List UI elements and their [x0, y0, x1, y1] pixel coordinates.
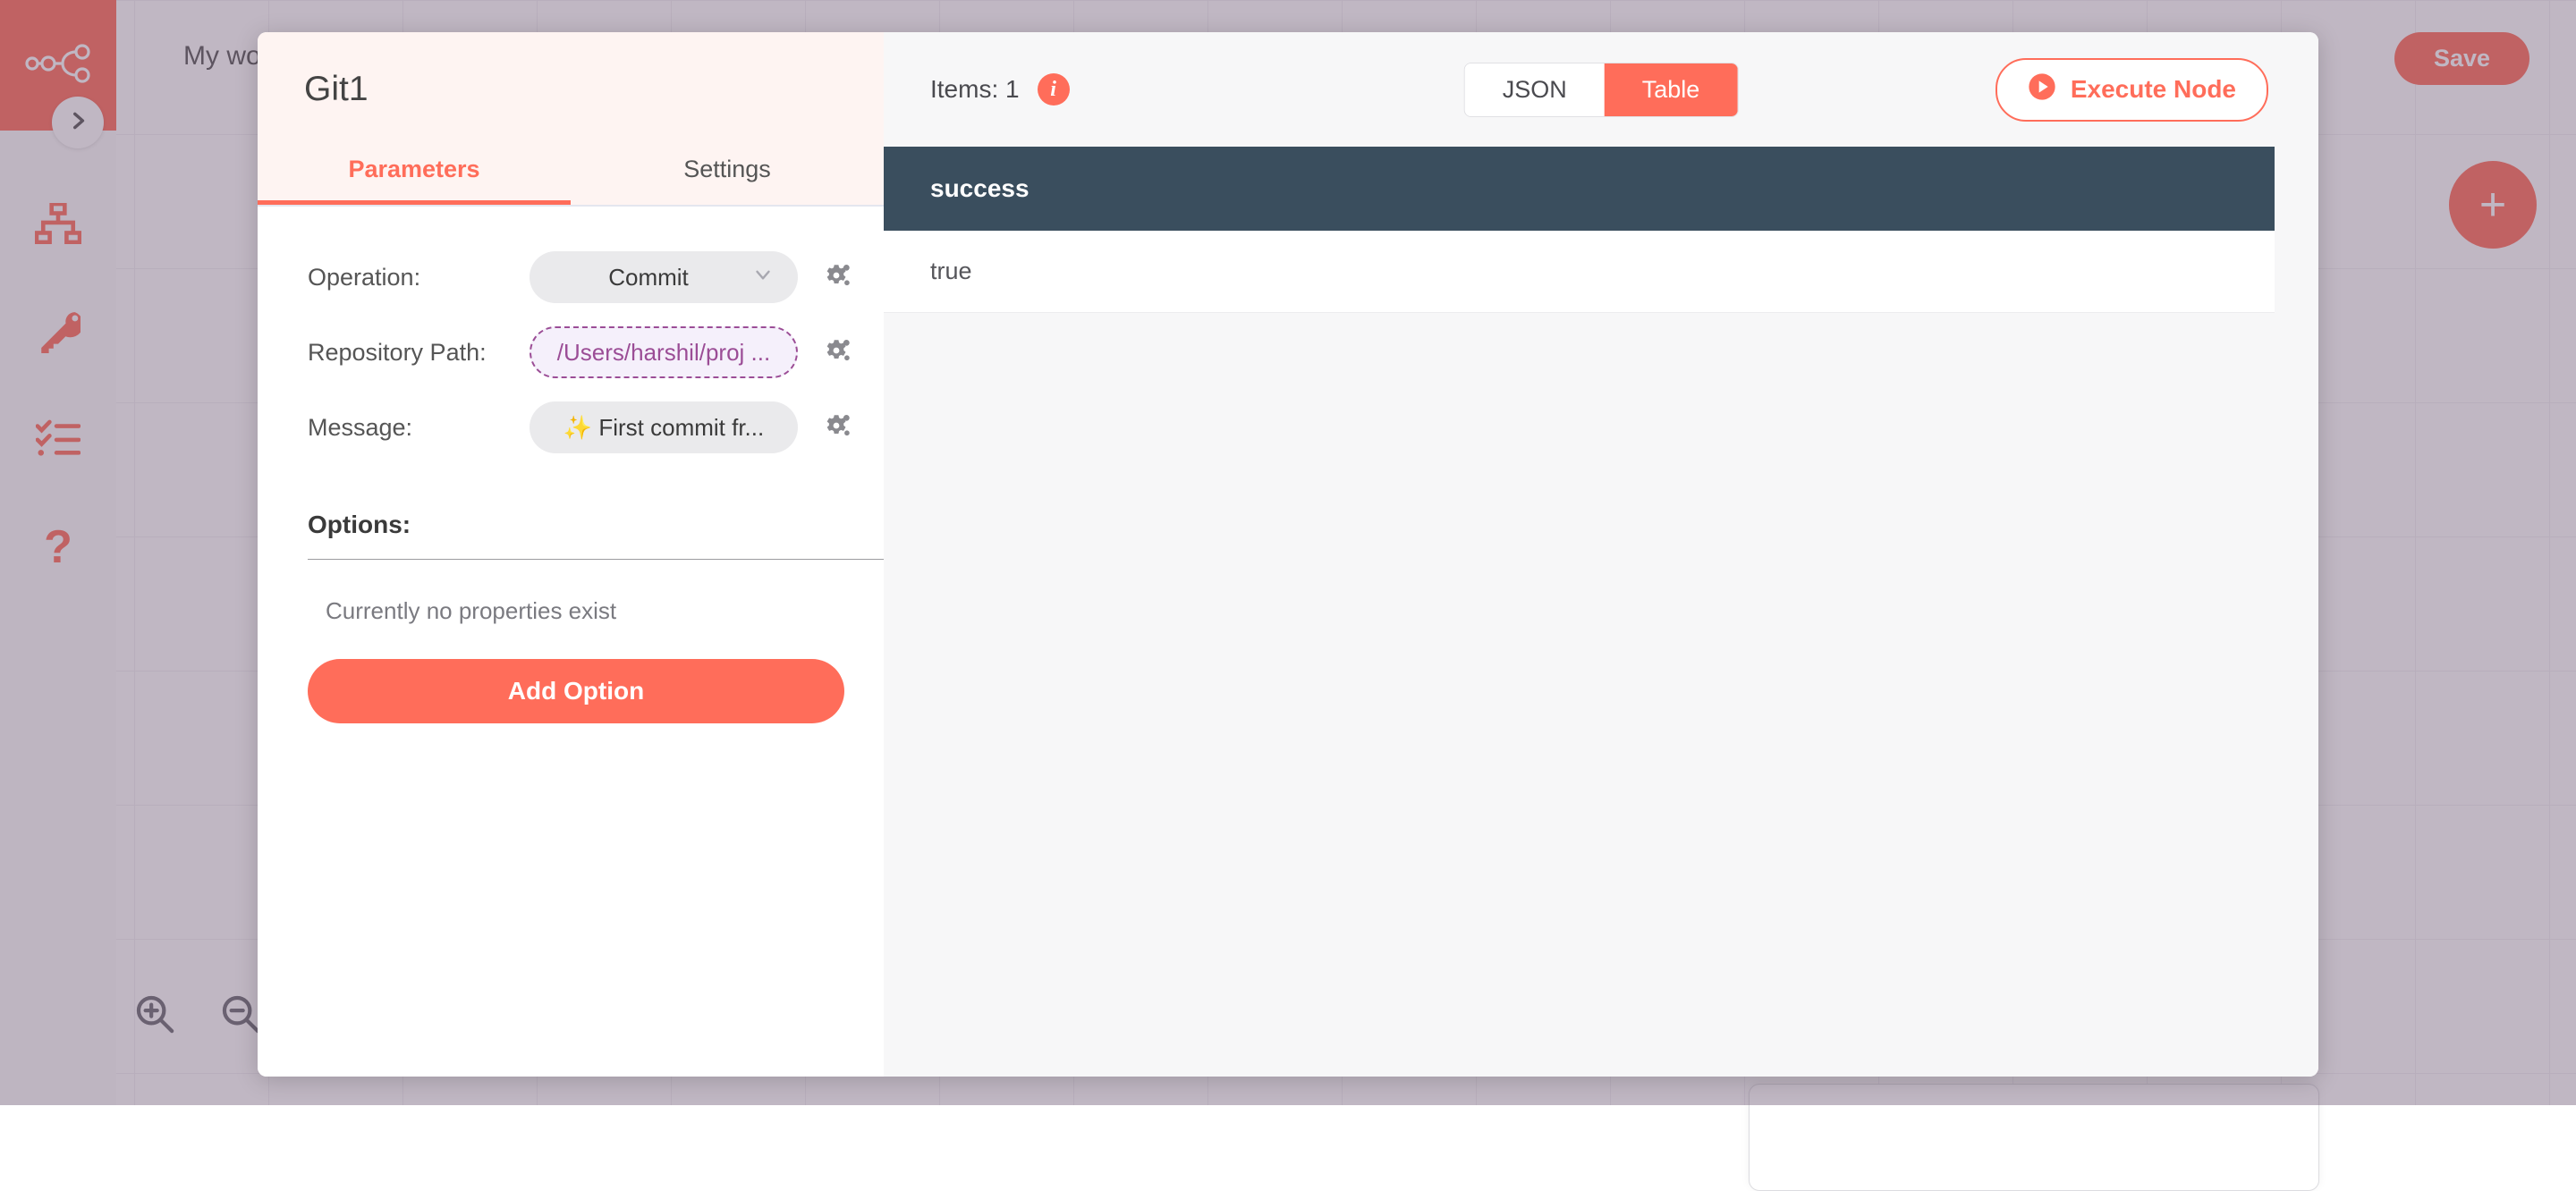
chevron-down-icon [751, 263, 775, 291]
parameter-row-repository-path: Repository Path: /Users/harshil/proj ... [308, 326, 834, 378]
node-title: Git1 [258, 63, 884, 138]
operation-value: Commit [553, 264, 744, 291]
output-header: Items: 1 i JSON Table Execute Node [884, 32, 2318, 147]
table-column-header[interactable]: success [884, 147, 2275, 231]
parameter-label-operation: Operation: [308, 264, 530, 291]
parameter-row-message: Message: ✨ First commit fr... [308, 401, 834, 453]
toggle-table[interactable]: Table [1605, 63, 1738, 116]
cogs-icon[interactable] [821, 412, 852, 443]
parameter-row-operation: Operation: Commit [308, 251, 834, 303]
cogs-icon[interactable] [821, 337, 852, 367]
play-circle-icon [2028, 72, 2056, 107]
ndv-tabs: Parameters Settings [258, 138, 884, 207]
output-panel: Items: 1 i JSON Table Execute Node succe… [884, 32, 2318, 1077]
view-toggle: JSON Table [1464, 63, 1739, 117]
parameter-label-repository-path: Repository Path: [308, 339, 530, 367]
tab-parameters[interactable]: Parameters [258, 138, 571, 205]
parameters-body: Operation: Commit Repository Path: [258, 207, 884, 723]
message-input[interactable]: ✨ First commit fr... [530, 401, 798, 453]
table-row: true [884, 231, 2275, 313]
options-divider [308, 559, 887, 560]
execute-node-label: Execute Node [2071, 75, 2236, 104]
repository-path-input[interactable]: /Users/harshil/proj ... [530, 326, 798, 378]
parameter-label-message: Message: [308, 414, 530, 442]
output-table: success true [884, 147, 2275, 313]
node-detail-view: Git1 Parameters Settings Operation: Comm… [258, 32, 2318, 1077]
operation-select[interactable]: Commit [530, 251, 798, 303]
options-title: Options: [308, 511, 834, 539]
add-option-button[interactable]: Add Option [308, 659, 844, 723]
parameters-header: Git1 Parameters Settings [258, 32, 884, 207]
tab-settings[interactable]: Settings [571, 138, 884, 205]
cogs-icon[interactable] [821, 262, 852, 292]
info-icon[interactable]: i [1038, 73, 1070, 106]
parameters-panel: Git1 Parameters Settings Operation: Comm… [258, 32, 884, 1077]
execute-node-button[interactable]: Execute Node [1996, 58, 2268, 122]
toggle-json[interactable]: JSON [1465, 63, 1605, 116]
items-count: Items: 1 [930, 75, 1020, 104]
options-empty-text: Currently no properties exist [326, 597, 834, 625]
